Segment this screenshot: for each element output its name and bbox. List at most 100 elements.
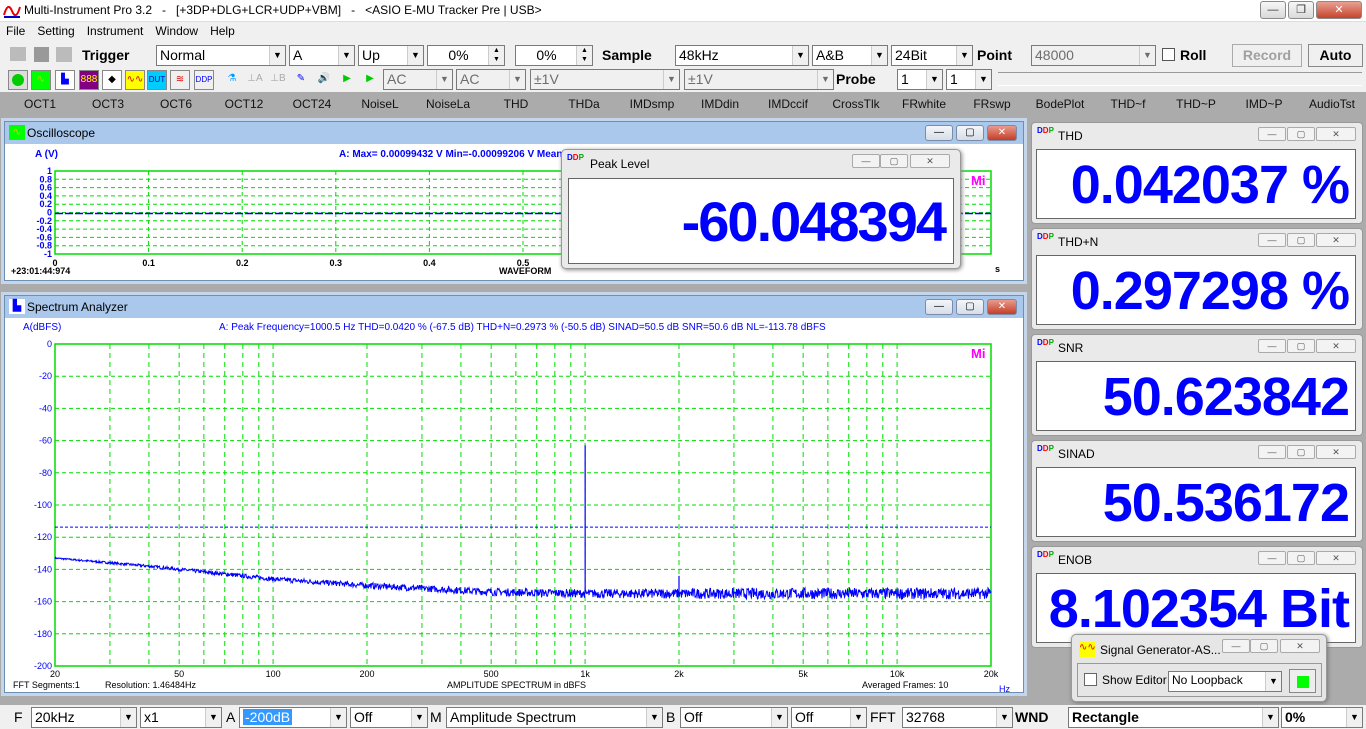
function-button-imdsmp[interactable]: IMDsmp [618, 92, 686, 116]
maximize-button[interactable]: ▢ [956, 299, 984, 315]
mode-select[interactable]: Amplitude Spectrum ▼ [446, 707, 663, 728]
channels-select[interactable]: A&B ▼ [812, 45, 888, 66]
b-option2-select[interactable]: Off ▼ [791, 707, 867, 728]
save-icon[interactable] [34, 47, 49, 62]
minimize-button[interactable]: — [925, 299, 953, 315]
coupling-a-select[interactable]: AC ▼ [383, 69, 453, 90]
play-once-icon[interactable]: ▶ [360, 70, 380, 90]
maximize-button[interactable]: ▢ [1287, 127, 1315, 141]
menu-instrument[interactable]: Instrument [81, 22, 150, 40]
sample-rate-select[interactable]: 48kHz ▼ [675, 45, 809, 66]
function-button-oct12[interactable]: OCT12 [210, 92, 278, 116]
function-button-thdp[interactable]: THD~P [1162, 92, 1230, 116]
function-button-oct3[interactable]: OCT3 [74, 92, 142, 116]
close-button[interactable]: ✕ [1316, 233, 1356, 247]
minimize-button[interactable]: — [1258, 445, 1286, 459]
frequency-range-select[interactable]: 20kHz ▼ [31, 707, 137, 728]
range-a-select[interactable]: ±1V ▼ [530, 69, 680, 90]
function-button-noisela[interactable]: NoiseLa [414, 92, 482, 116]
speaker-icon[interactable]: 🔊 [314, 70, 334, 90]
fft-size-select[interactable]: 32768 ▼ [902, 707, 1013, 728]
range-b-select[interactable]: ±1V ▼ [684, 69, 834, 90]
loopback-select[interactable]: No Loopback ▼ [1168, 671, 1282, 692]
function-button-noisel[interactable]: NoiseL [346, 92, 414, 116]
minimize-button[interactable]: — [1258, 551, 1286, 565]
close-button[interactable]: ✕ [1280, 639, 1320, 653]
function-button-frwhite[interactable]: FRwhite [890, 92, 958, 116]
function-button-imddin[interactable]: IMDdin [686, 92, 754, 116]
minimize-button[interactable]: — [1222, 639, 1250, 653]
minimize-button[interactable]: — [1258, 339, 1286, 353]
minimize-button[interactable]: — [925, 125, 953, 141]
close-button[interactable]: ✕ [987, 299, 1017, 315]
close-button[interactable]: ✕ [1316, 445, 1356, 459]
function-button-audiotst[interactable]: AudioTst [1298, 92, 1366, 116]
menu-help[interactable]: Help [204, 22, 241, 40]
spectrum-3d-icon[interactable]: ◆ [102, 70, 122, 90]
close-button[interactable]: ✕ [1316, 339, 1356, 353]
ddp-icon[interactable]: DDP [194, 70, 214, 90]
b-option1-select[interactable]: Off ▼ [680, 707, 788, 728]
close-button[interactable]: ✕ [1316, 551, 1356, 565]
dut-icon[interactable]: DUT [147, 70, 167, 90]
record-button[interactable]: Record [1232, 44, 1302, 67]
close-button[interactable]: ✕ [1316, 1, 1362, 19]
probe-b-select[interactable]: 1 ▼ [946, 69, 992, 90]
calibration-icon[interactable]: ⚗ [222, 70, 242, 90]
auto-button[interactable]: Auto [1308, 44, 1363, 67]
function-button-imdp[interactable]: IMD~P [1230, 92, 1298, 116]
maximize-button[interactable]: ▢ [880, 154, 908, 168]
trigger-edge-select[interactable]: Up ▼ [358, 45, 424, 66]
trigger-mode-select[interactable]: Normal ▼ [156, 45, 286, 66]
data-logger-icon[interactable]: ≋ [170, 70, 190, 90]
spectrum-analyzer-icon[interactable]: ▙ [55, 70, 75, 90]
overlap-select[interactable]: 0% ▼ [1281, 707, 1363, 728]
function-button-bodeplot[interactable]: BodePlot [1026, 92, 1094, 116]
channel-b-icon[interactable]: ⊥B [268, 70, 288, 90]
menu-file[interactable]: File [0, 22, 31, 40]
print-icon[interactable] [56, 47, 72, 62]
roll-checkbox[interactable] [1162, 48, 1175, 61]
function-button-thd[interactable]: THD [482, 92, 550, 116]
signal-generator-icon[interactable]: ∿∿ [125, 70, 145, 90]
function-button-thda[interactable]: THDa [550, 92, 618, 116]
close-button[interactable]: ✕ [987, 125, 1017, 141]
maximize-button[interactable]: ▢ [1287, 445, 1315, 459]
spectrum-plot[interactable]: A(dBFS) A: Peak Frequency=1000.5 Hz THD=0… [9, 320, 1021, 692]
function-button-crosstlk[interactable]: CrossTlk [822, 92, 890, 116]
maximize-button[interactable]: ▢ [1287, 233, 1315, 247]
channel-a-icon[interactable]: ⊥A [245, 70, 265, 90]
close-button[interactable]: ✕ [1316, 127, 1356, 141]
zoom-select[interactable]: x1 ▼ [140, 707, 222, 728]
show-editor-checkbox[interactable] [1084, 673, 1097, 686]
menu-setting[interactable]: Setting [31, 22, 80, 40]
maximize-button[interactable]: ▢ [1287, 339, 1315, 353]
function-button-oct6[interactable]: OCT6 [142, 92, 210, 116]
weighting-select[interactable]: Off ▼ [350, 707, 428, 728]
trigger-level-spinner[interactable]: 0% ▲ ▼ [427, 45, 505, 66]
slider-track[interactable] [998, 72, 1362, 86]
minimize-button[interactable]: — [1260, 1, 1286, 19]
function-button-oct1[interactable]: OCT1 [6, 92, 74, 116]
probe-icon[interactable]: ✎ [291, 70, 311, 90]
play-icon[interactable]: ▶ [337, 70, 357, 90]
trigger-channel-select[interactable]: A ▼ [289, 45, 355, 66]
maximize-button[interactable]: ❐ [1288, 1, 1314, 19]
maximize-button[interactable]: ▢ [956, 125, 984, 141]
maximize-button[interactable]: ▢ [1250, 639, 1278, 653]
minimize-button[interactable]: — [1258, 127, 1286, 141]
coupling-b-select[interactable]: AC ▼ [456, 69, 526, 90]
close-button[interactable]: ✕ [910, 154, 950, 168]
window-function-select[interactable]: Rectangle ▼ [1068, 707, 1279, 728]
menu-window[interactable]: Window [149, 22, 204, 40]
oscilloscope-record-icon[interactable] [8, 70, 28, 90]
pretrigger-spinner[interactable]: 0% ▲ ▼ [515, 45, 593, 66]
minimize-button[interactable]: — [852, 154, 880, 168]
amplitude-range-select[interactable]: -200dB ▼ [239, 707, 347, 728]
function-button-imdccif[interactable]: IMDccif [754, 92, 822, 116]
minimize-button[interactable]: — [1258, 233, 1286, 247]
probe-a-select[interactable]: 1 ▼ [897, 69, 943, 90]
function-button-oct24[interactable]: OCT24 [278, 92, 346, 116]
oscilloscope-icon[interactable]: ∿ [31, 70, 51, 90]
function-button-thdf[interactable]: THD~f [1094, 92, 1162, 116]
